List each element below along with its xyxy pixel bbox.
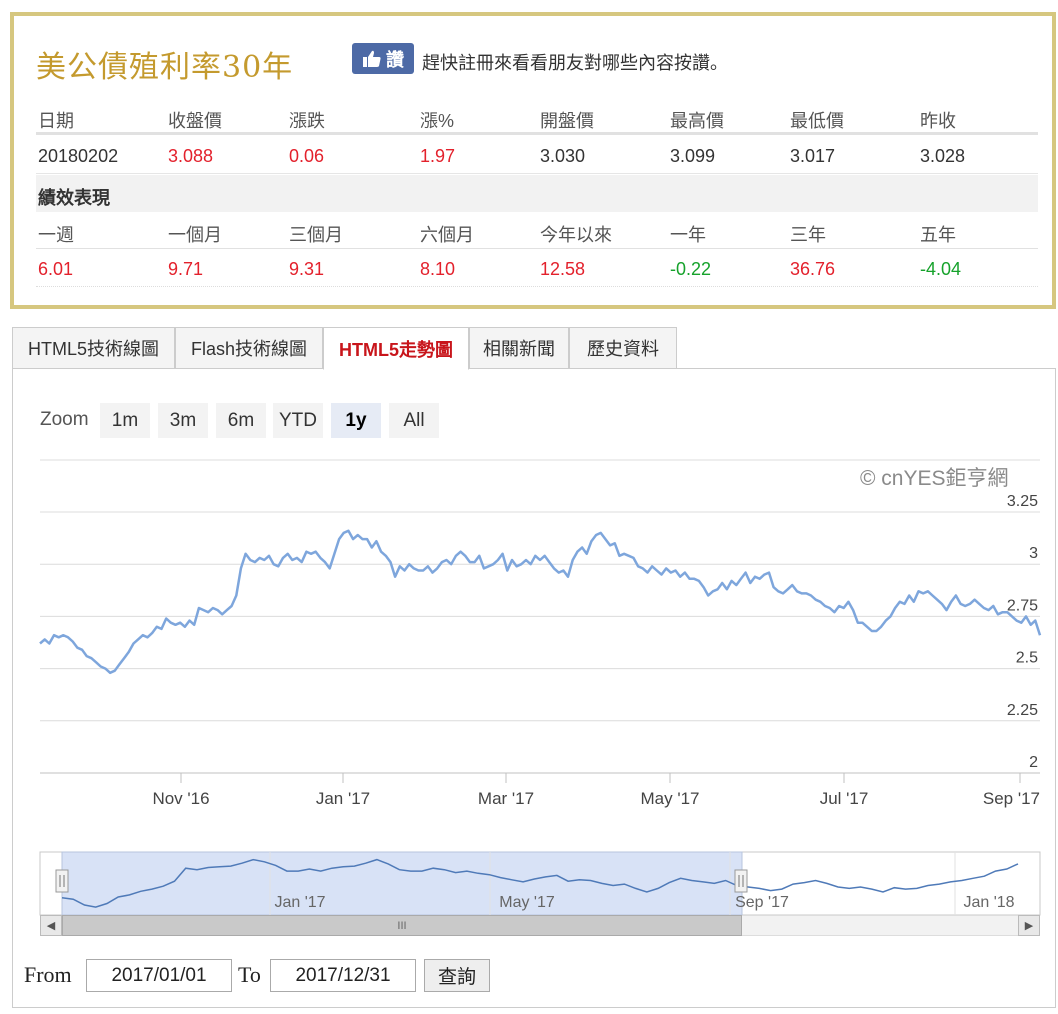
series-line — [39, 529, 1042, 675]
scroll-right-button[interactable]: ▶ — [1018, 915, 1040, 936]
navigator-tick-label: May '17 — [499, 894, 555, 911]
arrow-right-icon: ▶ — [1024, 920, 1034, 932]
x-tick-label: May '17 — [641, 789, 700, 808]
query-button[interactable]: 查詢 — [424, 959, 490, 992]
y-tick-label: 2.5 — [1016, 650, 1038, 667]
y-tick-label: 2.75 — [1007, 597, 1038, 614]
y-tick-label: 3 — [1029, 545, 1038, 562]
x-tick-label: Nov '16 — [152, 789, 209, 808]
scroll-left-button[interactable]: ◀ — [40, 915, 62, 936]
navigator-selection — [61, 851, 743, 916]
grip-icon: III — [397, 919, 407, 932]
series-layer — [39, 529, 1042, 675]
arrow-left-icon: ◀ — [46, 920, 56, 932]
to-date-input[interactable] — [270, 959, 416, 992]
y-tick-label: 2 — [1029, 754, 1038, 771]
y-tick-label: 3.25 — [1007, 493, 1038, 510]
x-tick-label: Jul '17 — [820, 789, 869, 808]
x-tick-label: Sep '17 — [983, 789, 1040, 808]
to-label: To — [238, 962, 261, 987]
navigator-handle — [55, 869, 69, 893]
axis-layer: 2 2.25 2.5 2.75 3 3.25 Nov '16 Jan '17 Mar '17 Ma… — [152, 493, 1040, 808]
x-tick-label: Mar '17 — [478, 789, 534, 808]
navigator-handle — [734, 869, 748, 893]
x-tick-label: Jan '17 — [316, 789, 370, 808]
copyright-watermark: © cnYES鉅亨網 — [860, 467, 1009, 490]
navigator-scrollbar-thumb[interactable]: III — [62, 915, 742, 936]
navigator-tick-label: Jan '17 — [274, 894, 325, 911]
from-date-input[interactable] — [86, 959, 232, 992]
from-label: From — [24, 962, 72, 987]
navigator-tick-label: Sep '17 — [735, 894, 789, 911]
navigator: Jan '17 May '17 Sep '17 Jan '18 — [39, 851, 1041, 916]
navigator-tick-label: Jan '18 — [963, 894, 1014, 911]
y-tick-label: 2.25 — [1007, 702, 1038, 719]
price-chart: 2 2.25 2.5 2.75 3 3.25 Nov '16 Jan '17 Mar '17 Ma… — [39, 459, 1042, 916]
